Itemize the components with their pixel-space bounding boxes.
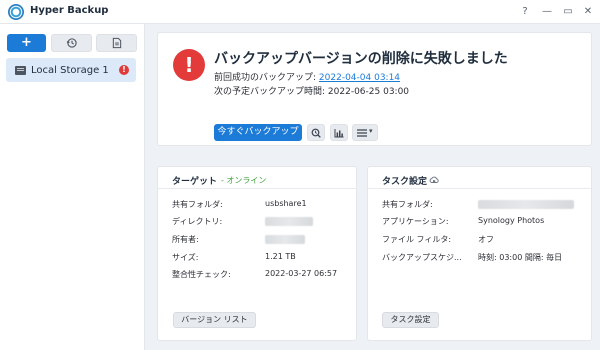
- log-button[interactable]: [96, 34, 137, 52]
- shared-folder-value: usbshare1: [265, 199, 307, 208]
- schedule-value: 時刻: 03:00 間隔: 毎日: [478, 253, 563, 262]
- document-icon: [112, 37, 121, 49]
- window-title: Hyper Backup: [30, 5, 109, 16]
- task-shared-folder-label: 共有フォルダ:: [382, 200, 433, 209]
- directory-label: ディレクトリ:: [172, 217, 223, 226]
- redacted-directory-value: [265, 217, 313, 226]
- maximize-icon[interactable]: ▭: [560, 4, 576, 20]
- last-success-label: 前回成功のバックアップ:: [214, 73, 317, 83]
- backup-status-card: ! バックアップバージョンの削除に失敗しました 前回成功のバックアップ: 202…: [157, 32, 592, 146]
- next-backup-value: 2022-06-25 03:00: [327, 87, 410, 97]
- size-label: サイズ:: [172, 253, 199, 262]
- redacted-owner-value: [265, 235, 305, 244]
- backup-now-button[interactable]: 今すぐバックアップ: [214, 124, 302, 141]
- title-bar: Hyper Backup ? — ▭ ✕: [0, 0, 600, 24]
- status-title: バックアップバージョンの削除に失敗しました: [214, 51, 508, 67]
- shared-folder-label: 共有フォルダ:: [172, 200, 223, 209]
- integrity-check-label: 整合性チェック:: [172, 270, 231, 279]
- size-value: 1.21 TB: [265, 252, 296, 261]
- sidebar-item-label: Local Storage 1: [31, 65, 109, 76]
- last-success-line: 前回成功のバックアップ: 2022-04-04 03:14: [214, 70, 400, 83]
- redacted-task-folder-value: [478, 200, 574, 209]
- close-icon[interactable]: ✕: [580, 4, 596, 20]
- menu-icon: [357, 128, 367, 137]
- restore-button[interactable]: [51, 34, 92, 52]
- task-settings-card: タスク設定 共有フォルダ: アプリケーション: Synology Photos …: [367, 166, 592, 341]
- cloud-lock-icon: [429, 176, 439, 183]
- schedule-label: バックアップスケジ...: [382, 253, 462, 262]
- task-card-title: タスク設定: [382, 177, 428, 187]
- minimize-icon[interactable]: —: [539, 4, 555, 20]
- application-label: アプリケーション:: [382, 217, 449, 226]
- application-value: Synology Photos: [478, 216, 545, 225]
- chevron-down-icon: ▾: [369, 127, 373, 135]
- target-card-title: ターゲット: [172, 177, 218, 187]
- file-filter-label: ファイル フィルタ:: [382, 235, 452, 244]
- sidebar-item-local-storage-1[interactable]: Local Storage 1 !: [6, 58, 136, 82]
- next-backup-line: 次の予定バックアップ時間: 2022-06-25 03:00: [214, 84, 409, 97]
- statistics-icon: [334, 128, 344, 137]
- error-icon: !: [173, 49, 205, 81]
- owner-label: 所有者:: [172, 235, 199, 244]
- sidebar: + Local Storage 1 !: [0, 24, 145, 350]
- version-list-button[interactable]: バージョン リスト: [173, 312, 256, 328]
- task-settings-button[interactable]: タスク設定: [382, 312, 439, 328]
- storage-drive-icon: [15, 66, 26, 75]
- next-backup-label: 次の予定バックアップ時間:: [214, 87, 326, 97]
- last-success-link[interactable]: 2022-04-04 03:14: [319, 73, 400, 83]
- file-filter-value: オフ: [478, 235, 494, 244]
- add-task-button[interactable]: +: [7, 34, 46, 52]
- action-menu-button[interactable]: ▾: [352, 124, 378, 141]
- browse-icon: [311, 128, 321, 138]
- history-icon: [66, 38, 77, 48]
- online-status: - オンライン: [221, 176, 267, 185]
- error-badge-icon: !: [119, 65, 129, 75]
- hyper-backup-logo-icon: [8, 4, 24, 20]
- task-card-header: タスク設定: [368, 167, 591, 189]
- statistics-button[interactable]: [330, 124, 348, 141]
- browse-button[interactable]: [307, 124, 325, 141]
- help-icon[interactable]: ?: [517, 4, 533, 20]
- target-card-header: ターゲット - オンライン: [158, 167, 356, 189]
- integrity-check-value: 2022-03-27 06:57: [265, 269, 338, 278]
- target-card: ターゲット - オンライン 共有フォルダ: usbshare1 ディレクトリ: …: [157, 166, 357, 341]
